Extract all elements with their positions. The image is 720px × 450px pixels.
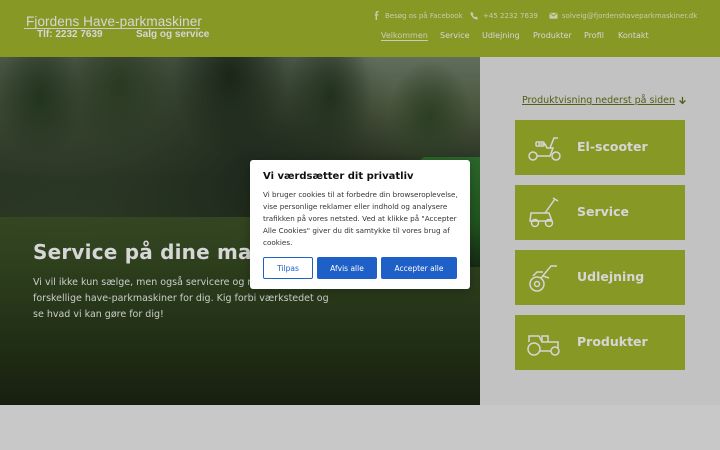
customize-button[interactable]: Tilpas — [263, 257, 313, 279]
cookie-title: Vi værdsætter dit privatliv — [263, 171, 414, 182]
accept-all-button[interactable]: Accepter alle — [381, 257, 457, 279]
cookie-consent-dialog: Vi værdsætter dit privatliv Vi bruger co… — [250, 160, 470, 289]
reject-all-button[interactable]: Afvis alle — [317, 257, 377, 279]
cookie-text: Vi bruger cookies til at forbedre din br… — [263, 190, 458, 247]
